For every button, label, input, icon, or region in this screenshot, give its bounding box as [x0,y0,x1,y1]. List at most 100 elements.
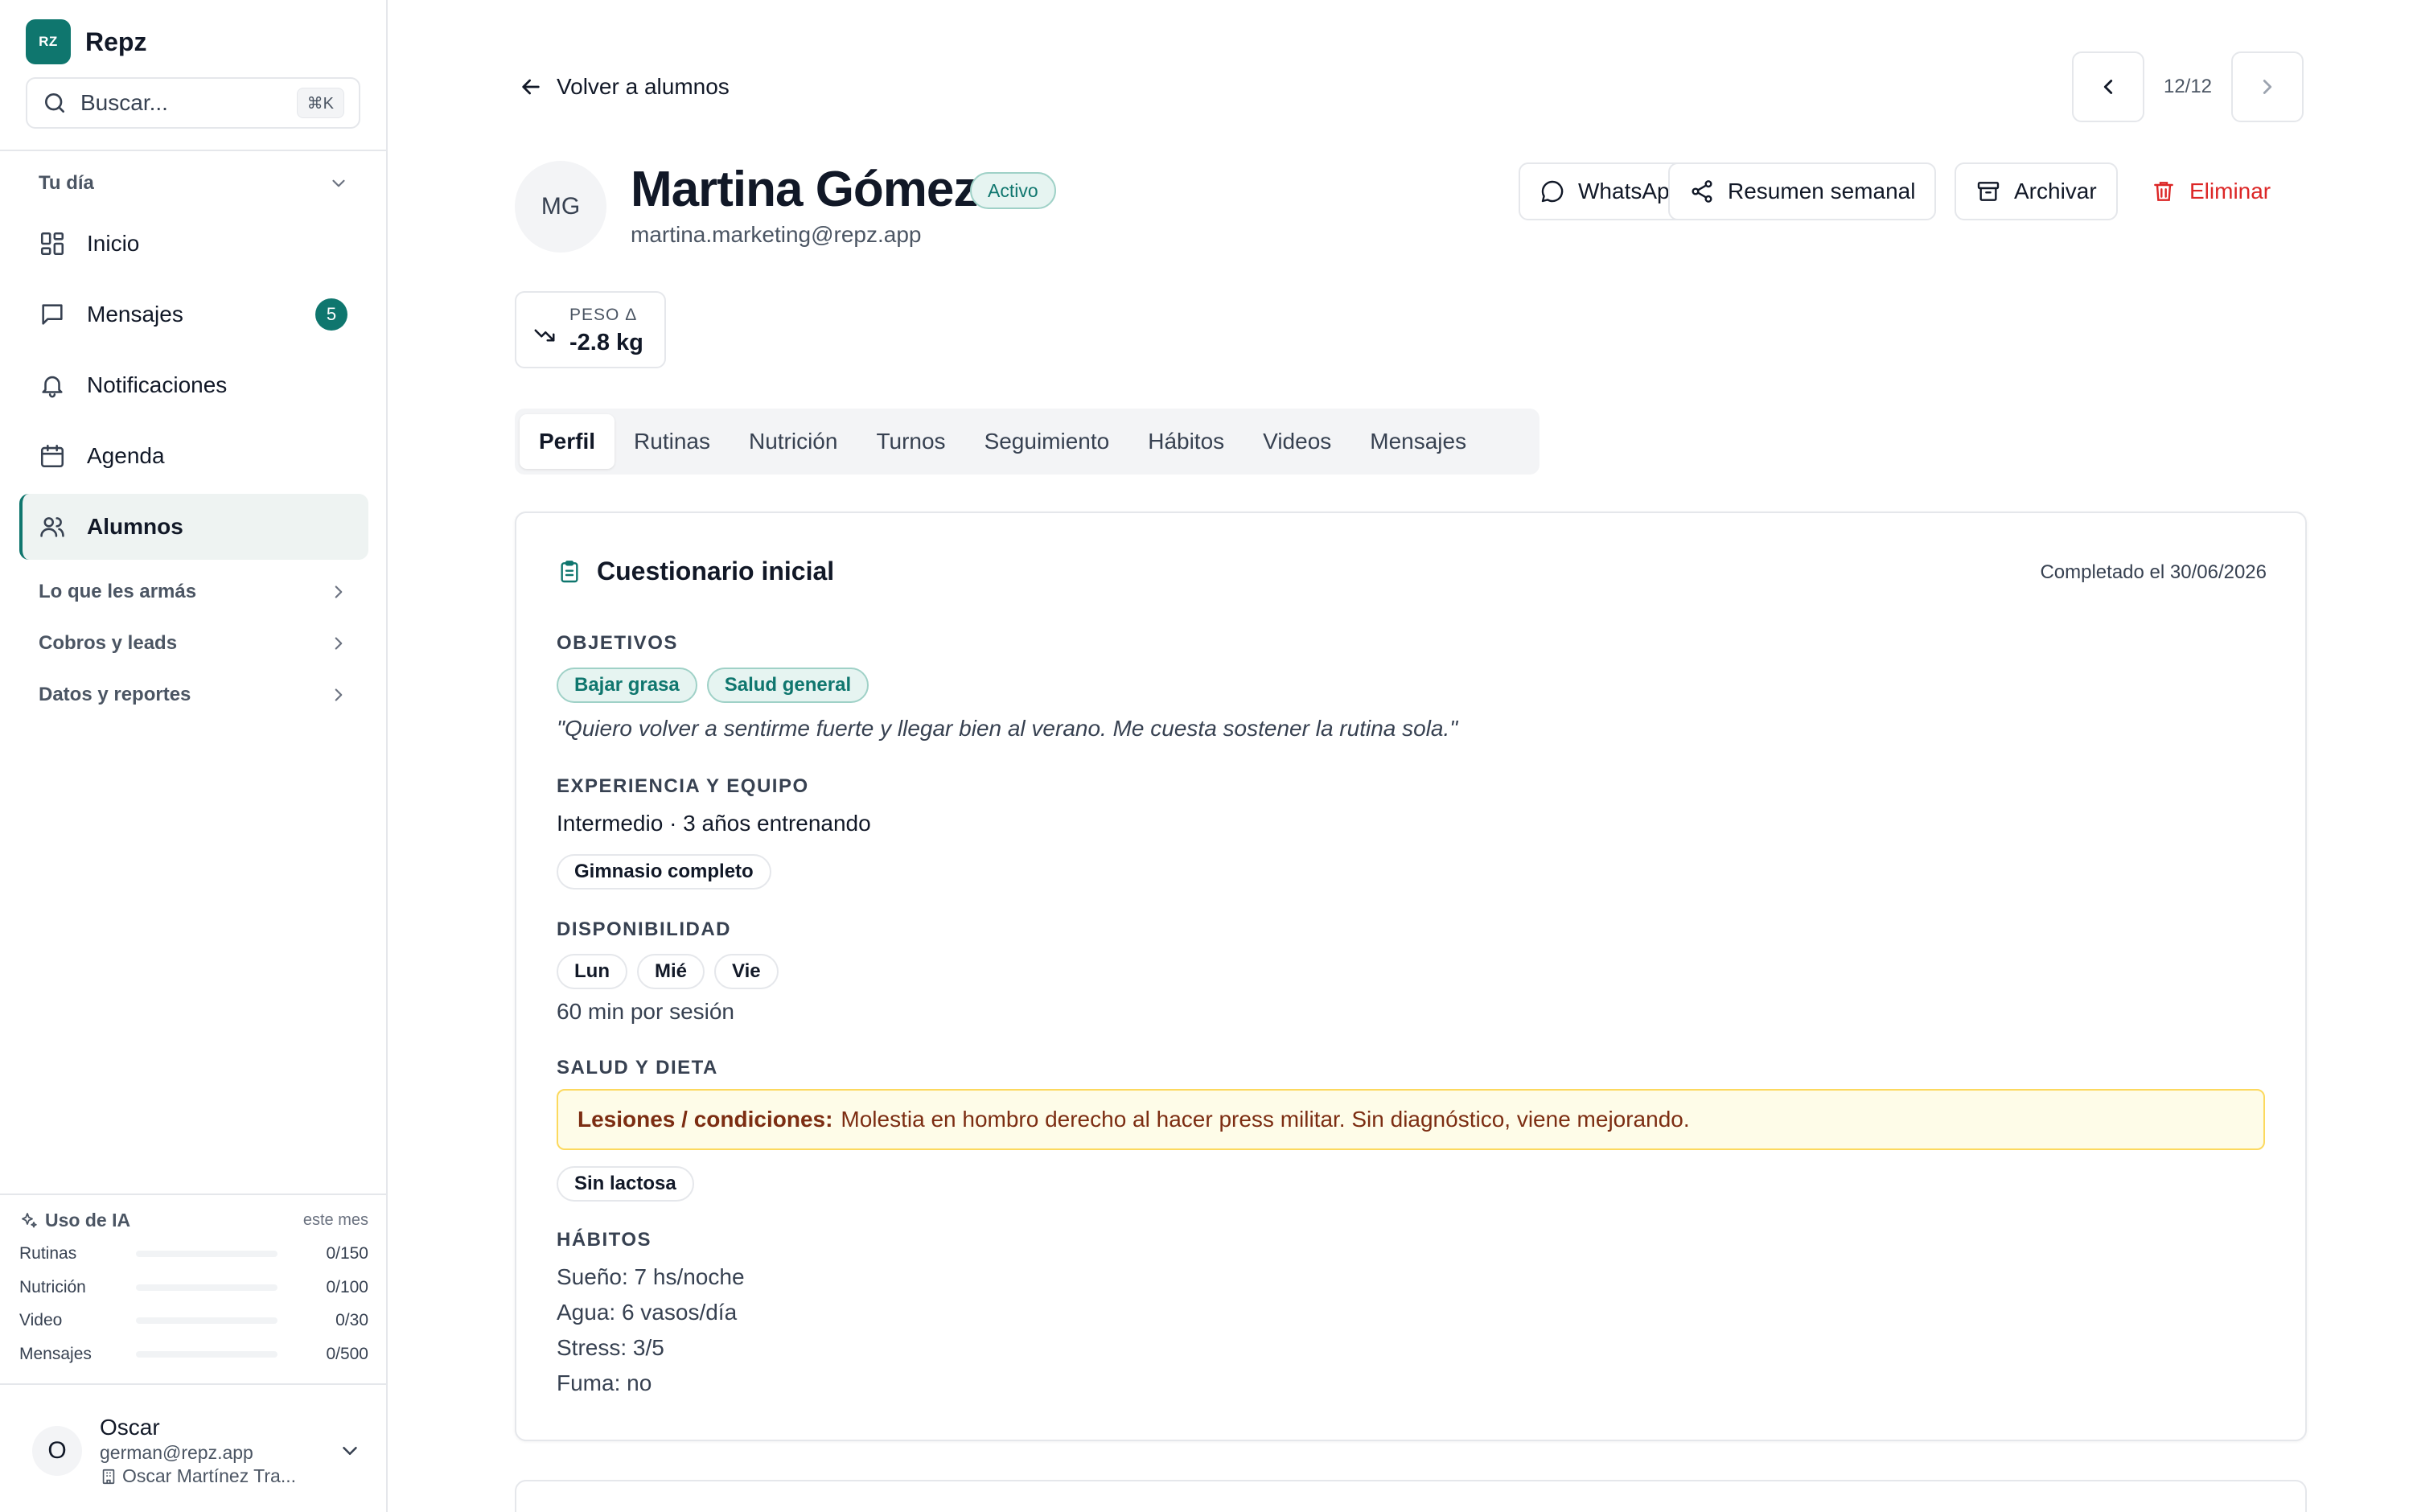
sidebar-item-label: Inicio [87,231,140,256]
arrow-left-icon [522,79,540,95]
group-datos-y-reportes[interactable]: Datos y reportes [39,684,349,706]
usage-row-mensajes: Mensajes 0/500 [19,1342,368,1366]
back-link-label: Volver a alumnos [557,74,730,99]
sidebar-divider [0,150,388,151]
back-to-students-link[interactable]: Volver a alumnos [518,71,730,103]
usage-label: Rutinas [19,1244,77,1263]
tab-turnos[interactable]: Turnos [857,414,964,469]
user-info: Oscar german@repz.app Oscar Martínez Tra… [100,1415,338,1487]
objectives-chips: Bajar grasa Salud general [557,668,869,703]
bell-icon [42,376,63,398]
equipment-chips: Gimnasio completo [557,854,771,890]
group-label: Lo que les armás [39,581,197,602]
student-avatar: MG [515,161,606,253]
group-tu-dia[interactable]: Tu día [39,172,349,195]
user-email: german@repz.app [100,1442,253,1463]
unread-badge: 5 [315,298,347,331]
tab-perfil[interactable]: Perfil [520,414,615,469]
usage-label: Video [19,1311,63,1329]
ai-usage-title-text: Uso de IA [45,1210,131,1231]
sidebar-item-mensajes[interactable]: Mensajes 5 [19,281,368,347]
diet-chip: Sin lactosa [557,1166,694,1202]
objective-chip: Salud general [706,668,869,703]
archive-button-label: Archivar [2014,179,2097,203]
section-label-experiencia: EXPERIENCIA Y EQUIPO [557,775,809,797]
chevron-right-icon [335,637,343,650]
trash-icon [2154,182,2173,201]
previous-student-button[interactable] [2072,51,2144,122]
tab-nutricion[interactable]: Nutrición [730,414,857,469]
trending-down-icon [534,329,555,342]
usage-bar [136,1317,277,1324]
metric-label: PESO Δ [569,306,638,324]
search-shortcut: ⌘K [296,88,344,118]
tab-seguimiento[interactable]: Seguimiento [965,414,1129,469]
usage-value: 0/150 [326,1244,368,1263]
group-cobros-y-leads[interactable]: Cobros y leads [39,632,349,655]
card-title-text: Cuestionario inicial [597,557,835,585]
brand[interactable]: RZ Repz [26,19,146,64]
section-label-disponibilidad: DISPONIBILIDAD [557,918,732,940]
chat-icon [42,304,63,325]
chevron-left-icon [2103,80,2113,94]
chevron-right-icon [335,585,343,598]
group-label: Datos y reportes [39,684,191,705]
sparkles-icon [22,1212,37,1227]
usage-bar [136,1251,277,1257]
users-icon [40,517,64,537]
brand-name: Repz [85,27,147,56]
archive-button[interactable]: Archivar [1955,162,2118,220]
sidebar-item-label: Mensajes [87,302,183,327]
group-lo-que-les-armas[interactable]: Lo que les armás [39,581,349,603]
metric-value: -2.8 kg [569,330,643,355]
sidebar-item-label: Agenda [87,443,165,468]
sidebar-item-agenda[interactable]: Agenda [19,423,368,489]
brand-logo: RZ [26,19,71,64]
tab-rutinas[interactable]: Rutinas [615,414,730,469]
questionnaire-card: Cuestionario inicial Completado el 30/06… [515,512,2307,1441]
clipboard-icon [561,560,578,582]
section-label-objetivos: OBJETIVOS [557,632,678,654]
ai-usage-period: este mes [302,1211,368,1229]
habit-line: Stress: 3/5 [557,1335,664,1360]
usage-row-video: Video 0/30 [19,1309,368,1333]
group-label: Cobros y leads [39,632,178,654]
profile-tabs: Perfil Rutinas Nutrición Turnos Seguimie… [515,409,1539,475]
usage-label: Nutrición [19,1278,86,1296]
user-name: Oscar [100,1415,160,1440]
sidebar-item-alumnos[interactable]: Alumnos [19,494,368,560]
tab-videos[interactable]: Videos [1243,414,1350,469]
student-email: martina.marketing@repz.app [631,222,922,247]
equipment-chip: Gimnasio completo [557,854,771,890]
sidebar-item-inicio[interactable]: Inicio [19,211,368,277]
status-badge: Activo [970,172,1056,209]
objective-chip: Bajar grasa [557,668,697,703]
tab-mensajes[interactable]: Mensajes [1350,414,1486,469]
pager-count: 12/12 [2163,76,2213,97]
section-label-salud: SALUD Y DIETA [557,1057,718,1079]
whatsapp-icon [1541,180,1564,203]
ai-usage-header: Uso de IA este mes [19,1210,368,1231]
tab-habitos[interactable]: Hábitos [1128,414,1243,469]
search-icon [45,93,64,113]
chevron-down-icon [332,179,345,187]
search-input[interactable]: Buscar... ⌘K [26,77,360,129]
delete-button-label: Eliminar [2189,179,2271,203]
sidebar-item-notificaciones[interactable]: Notificaciones [19,352,368,418]
usage-value: 0/500 [326,1345,368,1363]
weight-delta-metric: PESO Δ -2.8 kg [515,291,666,368]
weekly-summary-button[interactable]: Resumen semanal [1668,162,1937,220]
days-chips: Lun Mié Vie [557,954,779,989]
next-student-button[interactable] [2231,51,2304,122]
completed-date: Completado el 30/06/2026 [2040,561,2267,583]
user-menu[interactable]: O Oscar german@repz.app Oscar Martínez T… [32,1406,362,1496]
objectives-quote: "Quiero volver a sentirme fuerte y llega… [557,716,1458,741]
calendar-icon [40,444,64,468]
chevron-right-icon [335,688,343,701]
whatsapp-button-label: WhatsApp [1578,179,1683,203]
usage-row-rutinas: Rutinas 0/150 [19,1242,368,1266]
chevron-down-icon[interactable] [338,1439,362,1463]
session-duration: 60 min por sesión [557,999,735,1024]
delete-button[interactable]: Eliminar [2130,162,2292,220]
main-content: Volver a alumnos 12/12 MG Martina Gómez … [389,0,2413,1512]
